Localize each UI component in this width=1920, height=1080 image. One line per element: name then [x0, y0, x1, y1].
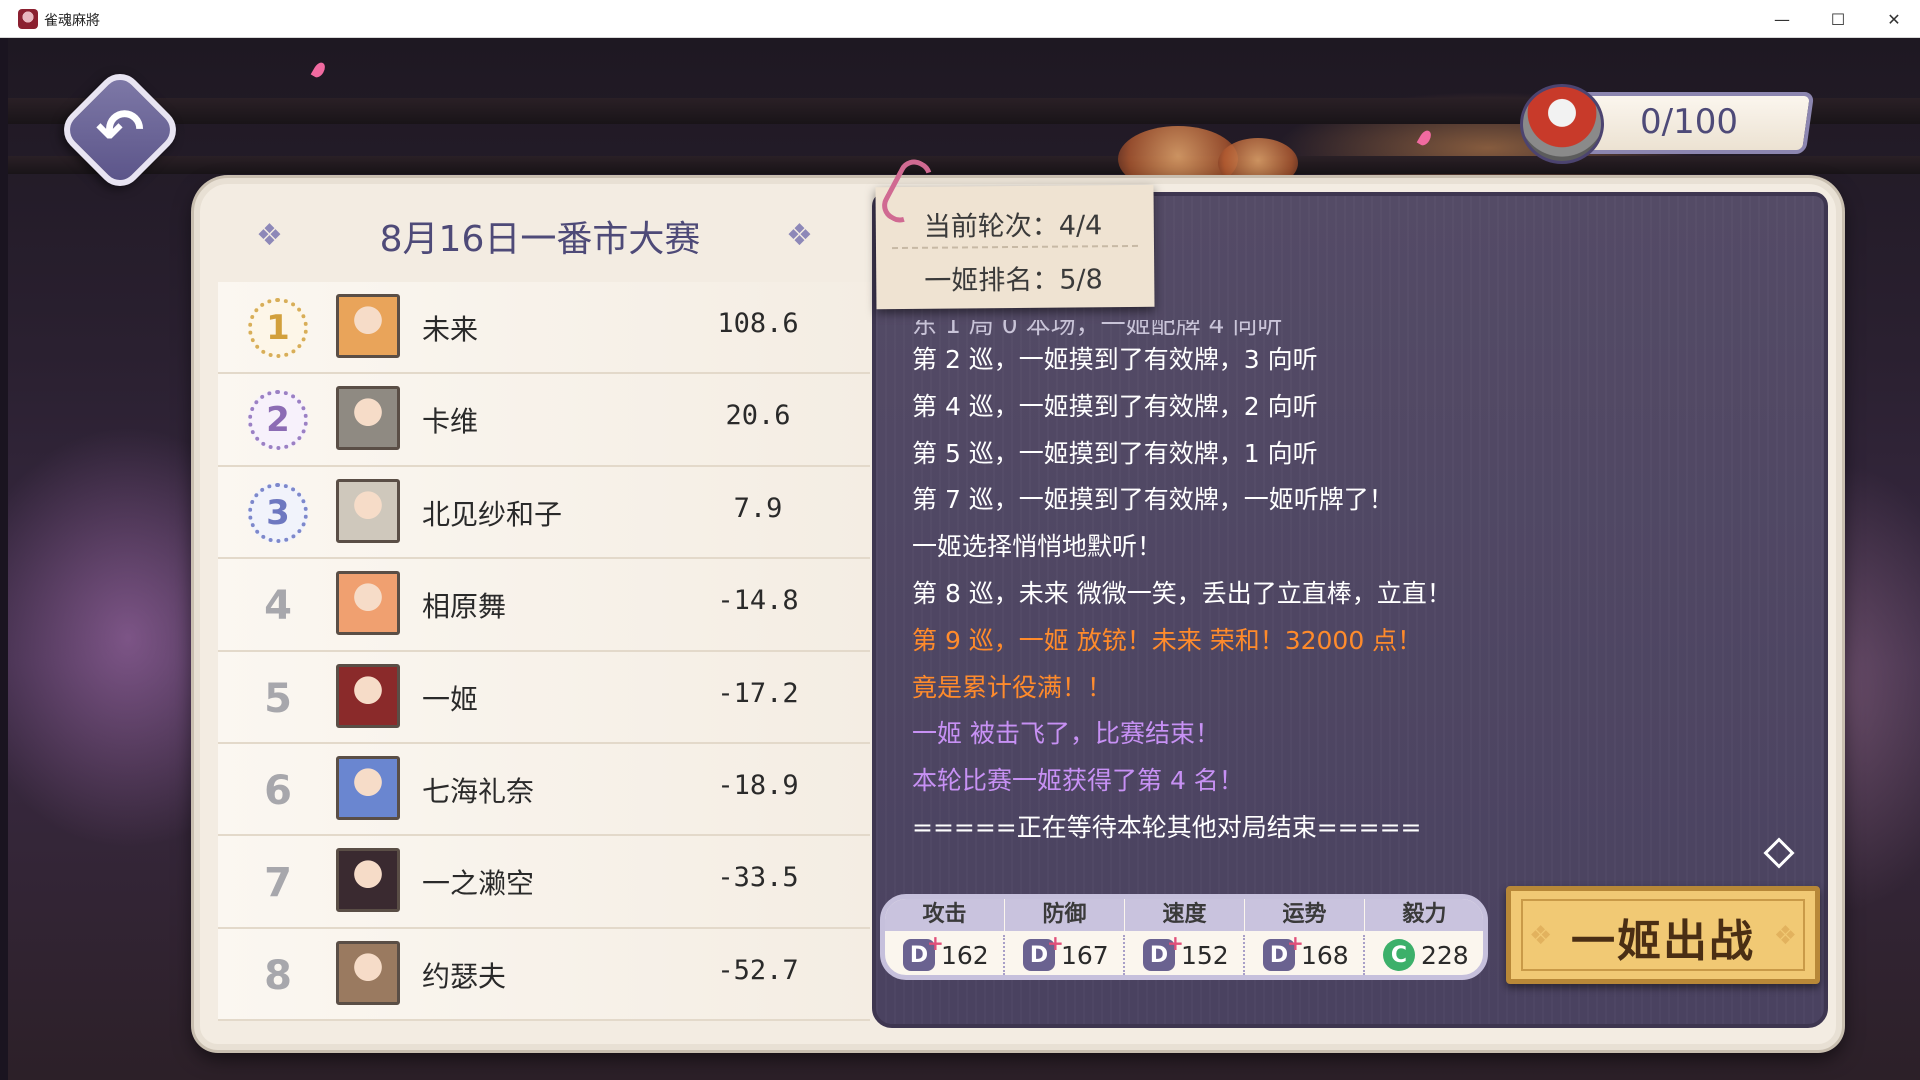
window-titlebar: 雀魂麻將 — ☐ ✕	[0, 0, 1920, 38]
app-icon	[18, 9, 38, 29]
current-standing: 一姬排名：5/8	[924, 264, 1103, 297]
log-line: 本轮比赛一姬获得了第 4 名！	[912, 766, 1244, 796]
ranking-row: 3 北见纱和子 7.9	[218, 466, 870, 560]
log-line: =====正在等待本轮其他对局结束=====	[912, 812, 1422, 842]
rank-medal-icon: 2	[248, 390, 308, 451]
back-button[interactable]: ↶	[54, 64, 186, 196]
player-avatar	[336, 571, 400, 636]
player-avatar	[336, 478, 400, 543]
maximize-button[interactable]: ☐	[1810, 0, 1866, 38]
rank-medal-icon: 1	[248, 298, 308, 358]
title-ornament-icon: ❖	[256, 218, 283, 253]
title-ornament-icon: ❖	[786, 218, 813, 253]
player-score: -18.9	[717, 769, 799, 801]
player-name: 未来	[422, 313, 479, 346]
ranking-row: 7 一之濑空 -33.5	[218, 836, 870, 929]
log-line: 第 4 巡，一姬摸到了有效牌，2 向听	[912, 391, 1318, 421]
start-battle-button[interactable]: ❖ 一姬出战 ❖	[1506, 886, 1820, 984]
player-avatar	[336, 663, 400, 728]
rank-medal-icon: 3	[248, 482, 308, 543]
ornament-icon: ❖	[1773, 921, 1797, 951]
log-line: 第 8 巡，未来 微微一笑，丢出了立直棒，立直！	[912, 578, 1452, 608]
divider	[891, 244, 1139, 250]
start-battle-label: 一姬出战	[1571, 916, 1755, 967]
stat-4: 毅力 C 228	[1365, 899, 1483, 975]
log-line: 第 2 巡，一姬摸到了有效牌，3 向听	[912, 345, 1318, 374]
log-line: 第 9 巡，一姬 放铳！未来 荣和！32000 点！	[912, 625, 1423, 655]
stat-value: 167	[1061, 941, 1109, 970]
player-avatar	[336, 386, 400, 451]
player-avatar	[336, 294, 400, 358]
ceiling-beam	[8, 156, 1920, 174]
stat-label: 攻击	[885, 899, 1004, 931]
stat-grade-icon: C	[1383, 939, 1415, 971]
ranking-row: 4 相原舞 -14.8	[218, 559, 870, 652]
stat-label: 运势	[1245, 899, 1364, 931]
log-line: 东 1 局 0 本场，一姬配牌 4 向听	[912, 320, 1283, 339]
stat-value: 228	[1421, 941, 1469, 970]
player-name: 一之濑空	[422, 867, 535, 901]
player-name: 相原舞	[422, 590, 507, 624]
player-name: 约瑟夫	[422, 959, 507, 993]
stat-divider	[1243, 935, 1245, 975]
player-score: 7.9	[733, 492, 783, 524]
player-avatar	[336, 848, 400, 913]
stat-label: 速度	[1125, 899, 1244, 931]
player-score: 108.6	[717, 308, 799, 339]
token-value: 0/100	[1640, 102, 1738, 142]
stat-value: 162	[941, 941, 989, 970]
stat-label: 防御	[1005, 899, 1124, 931]
stat-value: 168	[1301, 941, 1349, 970]
player-score: -52.7	[717, 954, 799, 986]
stat-divider	[1003, 935, 1005, 975]
match-log: 东 1 局 0 本场，一姬配牌 4 向听第 2 巡，一姬摸到了有效牌，3 向听第…	[912, 320, 1772, 855]
stat-label: 毅力	[1365, 899, 1483, 931]
petal	[310, 60, 328, 80]
stat-divider	[1363, 935, 1365, 975]
rank-number: 8	[264, 952, 292, 999]
log-line: 一姬选择悄悄地默听！	[912, 532, 1163, 562]
player-name: 北见纱和子	[422, 497, 563, 531]
log-line: 竟是累计役满！！	[912, 672, 1113, 702]
player-name: 卡维	[422, 405, 479, 439]
cat-can-icon	[1520, 84, 1604, 164]
log-line: 一姬 被击飞了，比赛结束！	[912, 719, 1220, 749]
stat-value: 152	[1181, 941, 1229, 970]
stat-3: 运势 D +168	[1245, 899, 1364, 975]
ranking-row: 2 卡维 20.6	[218, 374, 870, 467]
player-name: 七海礼奈	[422, 774, 535, 808]
player-avatar	[336, 940, 400, 1005]
ranking-list: 1 未来 108.6 2 卡维 20.6 3 北见纱和子 7.9 4 相原舞 -14.8 5 一姬 -17.…	[218, 282, 870, 1022]
close-button[interactable]: ✕	[1866, 0, 1920, 38]
player-score: -14.8	[717, 585, 799, 617]
tournament-title: 8月16日一番市大赛	[379, 219, 701, 260]
rank-number: 4	[264, 583, 292, 630]
player-name: 一姬	[422, 682, 479, 716]
player-avatar	[336, 755, 400, 820]
rank-number: 7	[264, 860, 292, 907]
current-round: 当前轮次：4/4	[923, 210, 1103, 243]
player-score: 20.6	[725, 400, 791, 432]
log-line: 第 5 巡，一姬摸到了有效牌，1 向听	[912, 438, 1318, 468]
ranking-row: 5 一姬 -17.2	[218, 651, 870, 744]
stat-1: 防御 D +167	[1005, 899, 1124, 975]
stat-divider	[1123, 935, 1125, 975]
log-line: 第 7 巡，一姬摸到了有效牌，一姬听牌了！	[912, 485, 1394, 515]
back-arrow-icon: ↶	[95, 96, 145, 164]
ranking-row: 6 七海礼奈 -18.9	[218, 743, 870, 837]
token-counter: 0/100	[1520, 84, 1815, 164]
rank-number: 6	[264, 767, 292, 814]
window-title: 雀魂麻將	[44, 13, 100, 29]
character-stats: 攻击 D +162 防御 D +167 速度 D +152 运势 D +168 毅力 C 228	[880, 894, 1488, 980]
ranking-row: 1 未来 108.6	[218, 282, 870, 375]
stat-2: 速度 D +152	[1125, 899, 1244, 975]
minimize-button[interactable]: —	[1754, 0, 1810, 38]
petal	[1416, 128, 1434, 148]
stat-0: 攻击 D +162	[885, 899, 1004, 975]
player-score: -17.2	[717, 677, 799, 709]
rank-number: 5	[264, 675, 292, 722]
ranking-row: 8 约瑟夫 -52.7	[218, 928, 870, 1022]
player-score: -33.5	[717, 862, 799, 894]
